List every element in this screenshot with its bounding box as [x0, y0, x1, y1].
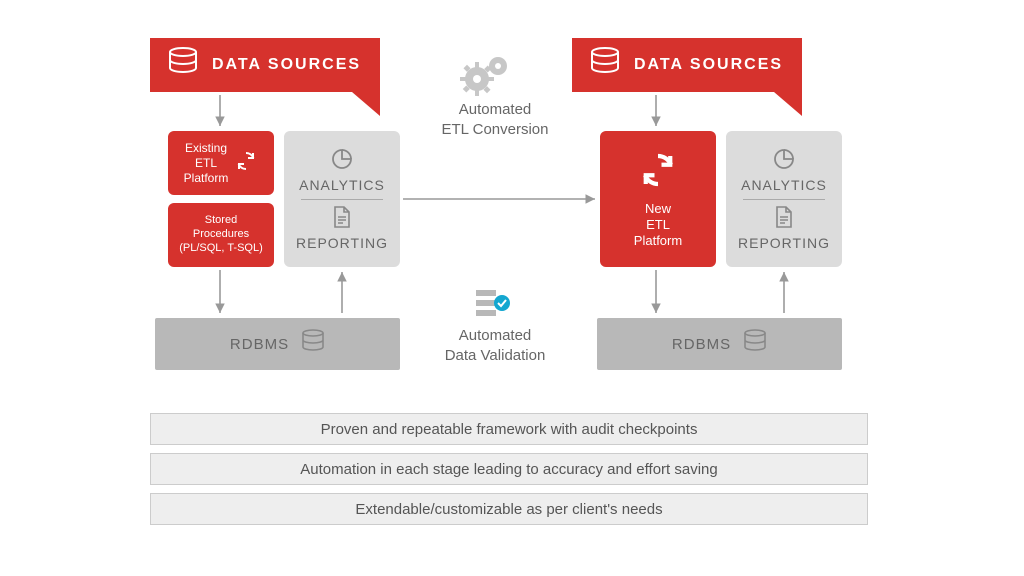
- data-sources-flag-right: DATA SOURCES: [572, 38, 802, 92]
- etl-conversion-note: Automated ETL Conversion: [430, 100, 560, 139]
- benefit-bar-3: Extendable/customizable as per client's …: [150, 493, 868, 525]
- analytics-label: ANALYTICS: [741, 177, 827, 193]
- flag-tail-left: [352, 92, 380, 116]
- refresh-icon: [234, 149, 258, 177]
- document-icon: [333, 206, 351, 231]
- analytics-reporting-left: ANALYTICS REPORTING: [284, 131, 400, 267]
- data-sources-flag-left: DATA SOURCES: [150, 38, 380, 92]
- database-icon: [168, 47, 198, 84]
- divider: [743, 199, 824, 200]
- document-icon: [775, 206, 793, 231]
- data-validation-note: Automated Data Validation: [430, 326, 560, 365]
- refresh-icon: [637, 149, 679, 195]
- database-icon: [590, 47, 620, 84]
- new-etl-box: New ETL Platform: [600, 131, 716, 267]
- rdbms-label: RDBMS: [230, 336, 289, 353]
- flag-tail-right: [774, 92, 802, 116]
- bar-text: Automation in each stage leading to accu…: [300, 461, 718, 478]
- diagram-canvas: DATA SOURCES DATA SOURCES Existing ETL P…: [0, 0, 1024, 576]
- bar-text: Extendable/customizable as per client's …: [355, 501, 662, 518]
- reporting-label: REPORTING: [738, 235, 830, 251]
- bar-text: Proven and repeatable framework with aud…: [321, 421, 698, 438]
- rdbms-right: RDBMS: [597, 318, 842, 370]
- rdbms-label: RDBMS: [672, 336, 731, 353]
- analytics-label: ANALYTICS: [299, 177, 385, 193]
- benefit-bar-1: Proven and repeatable framework with aud…: [150, 413, 868, 445]
- validation-icon: [472, 288, 512, 327]
- etl-label: Existing ETL Platform: [184, 141, 229, 186]
- pie-icon: [331, 148, 353, 173]
- rdbms-left: RDBMS: [155, 318, 400, 370]
- flag-title: DATA SOURCES: [634, 56, 783, 74]
- database-icon: [743, 329, 767, 359]
- gears-icon: [460, 52, 516, 101]
- benefit-bar-2: Automation in each stage leading to accu…: [150, 453, 868, 485]
- analytics-reporting-right: ANALYTICS REPORTING: [726, 131, 842, 267]
- divider: [301, 199, 382, 200]
- database-icon: [301, 329, 325, 359]
- new-etl-label: New ETL Platform: [634, 201, 682, 250]
- pie-icon: [773, 148, 795, 173]
- flag-title: DATA SOURCES: [212, 56, 361, 74]
- reporting-label: REPORTING: [296, 235, 388, 251]
- sp-label: Stored Procedures (PL/SQL, T-SQL): [179, 214, 263, 255]
- stored-procedures-box: Stored Procedures (PL/SQL, T-SQL): [168, 203, 274, 267]
- existing-etl-box: Existing ETL Platform: [168, 131, 274, 195]
